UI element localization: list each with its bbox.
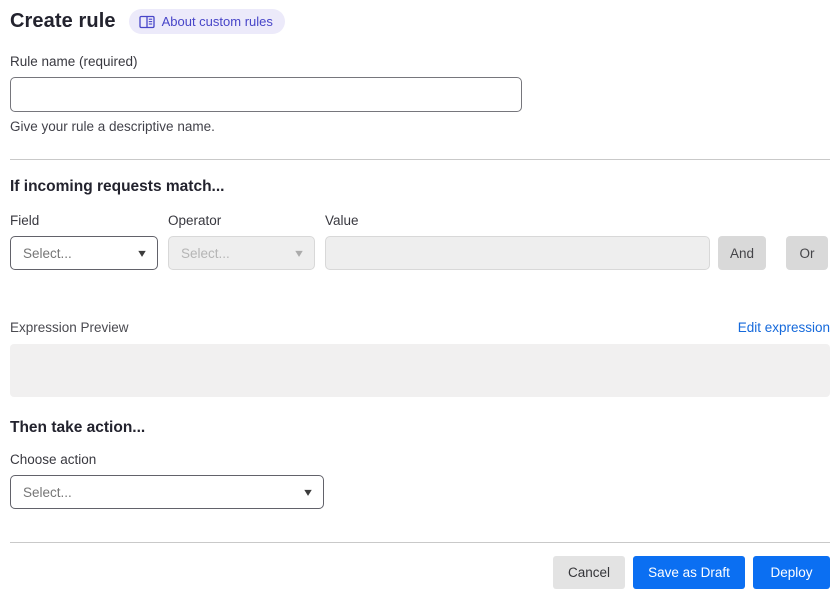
action-section: Then take action... Choose action Select… (10, 419, 830, 509)
footer-divider (10, 542, 830, 543)
caret-down-icon: ▾ (295, 246, 303, 260)
choose-action-select[interactable]: Select... ▾ (10, 475, 324, 509)
rule-name-input[interactable] (10, 77, 522, 112)
about-custom-rules-link[interactable]: About custom rules (128, 9, 285, 34)
expression-preview-box (10, 344, 830, 397)
operator-select-value: Select... (181, 245, 230, 261)
page-header: Create rule About custom rules (10, 9, 830, 34)
and-button[interactable]: And (718, 236, 766, 270)
field-select-value: Select... (23, 245, 72, 261)
field-group: Field Select... ▾ (10, 213, 158, 270)
caret-down-icon: ▾ (138, 246, 146, 260)
expression-preview-header: Expression Preview Edit expression (10, 320, 830, 335)
value-input (325, 236, 710, 270)
rule-name-label: Rule name (required) (10, 54, 138, 69)
action-section-heading: Then take action... (10, 419, 146, 436)
choose-action-label: Choose action (10, 452, 97, 467)
operator-label: Operator (168, 213, 222, 228)
expression-preview-label: Expression Preview (10, 320, 129, 335)
match-condition-row: Field Select... ▾ Operator Select... ▾ V… (10, 213, 830, 270)
expression-preview-section: Expression Preview Edit expression (10, 320, 830, 397)
about-custom-rules-label: About custom rules (161, 14, 273, 29)
save-as-draft-button[interactable]: Save as Draft (633, 556, 745, 589)
page-title: Create rule (10, 10, 116, 32)
book-reader-icon (138, 15, 155, 29)
section-divider (10, 159, 830, 160)
or-button[interactable]: Or (786, 236, 828, 270)
value-label: Value (325, 213, 359, 228)
operator-group: Operator Select... ▾ (168, 213, 315, 270)
deploy-button[interactable]: Deploy (753, 556, 830, 589)
value-group: Value (325, 213, 710, 270)
choose-action-select-value: Select... (23, 484, 72, 500)
operator-select: Select... ▾ (168, 236, 315, 270)
rule-name-helper-text: Give your rule a descriptive name. (10, 119, 215, 134)
match-section-heading: If incoming requests match... (10, 178, 225, 195)
match-section: If incoming requests match... Field Sele… (10, 178, 830, 270)
field-select[interactable]: Select... ▾ (10, 236, 158, 270)
footer-actions: Cancel Save as Draft Deploy (10, 556, 830, 589)
field-label: Field (10, 213, 40, 228)
caret-down-icon: ▾ (304, 485, 312, 499)
edit-expression-link[interactable]: Edit expression (738, 320, 830, 335)
rule-name-section: Rule name (required) Give your rule a de… (10, 54, 830, 134)
create-rule-page: Create rule About custom rules Rule name… (0, 0, 839, 597)
cancel-button[interactable]: Cancel (553, 556, 625, 589)
